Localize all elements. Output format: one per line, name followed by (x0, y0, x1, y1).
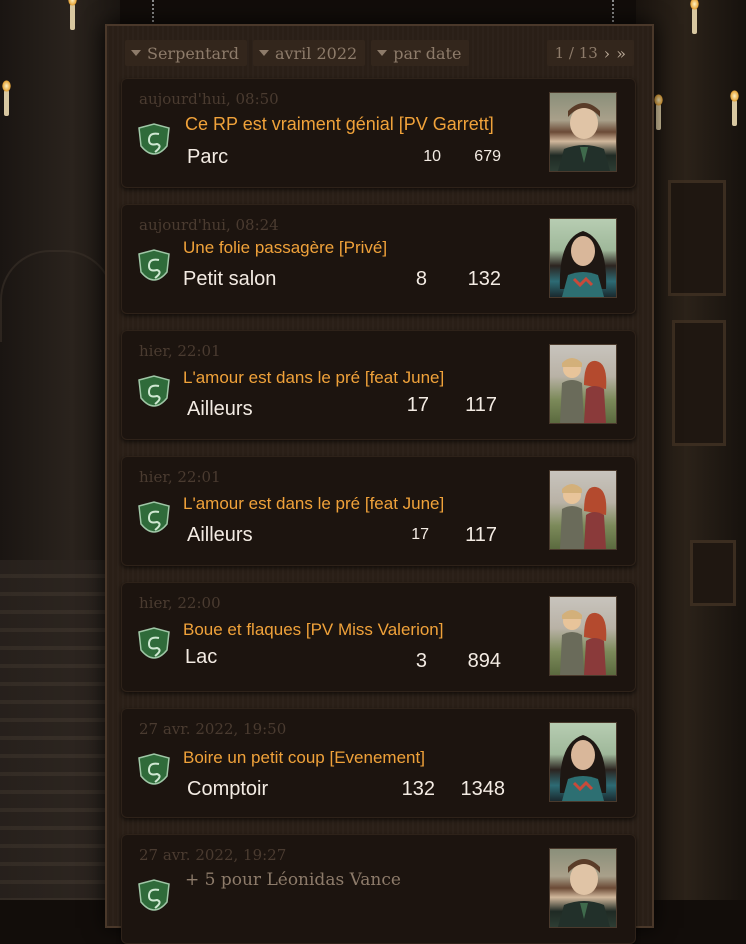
slytherin-emblem-icon (138, 879, 170, 911)
student-boy-avatar-icon (558, 859, 610, 927)
post-title-link[interactable]: Boire un petit coup [Evenement] (183, 748, 425, 768)
author-avatar[interactable] (549, 596, 617, 676)
candle-icon (654, 94, 663, 130)
pagination: 1 / 13 › » (546, 40, 634, 66)
couple-avatar-icon (560, 610, 607, 675)
caret-down-icon (377, 50, 388, 56)
couple-avatar-icon (560, 484, 607, 549)
post-card: aujourd'hui, 08:24 Une folie passagère [… (121, 204, 636, 314)
post-title-link[interactable]: Ce RP est vraiment génial [PV Garrett] (185, 114, 494, 135)
post-card: 27 avr. 2022, 19:50 Boire un petit coup … (121, 708, 636, 818)
post-date: hier, 22:00 (139, 594, 221, 612)
background-picture-frame (668, 180, 726, 296)
candle-icon (68, 0, 77, 30)
caret-down-icon (258, 50, 269, 56)
post-card: hier, 22:01 L'amour est dans le pré [fea… (121, 456, 636, 566)
post-date: aujourd'hui, 08:24 (139, 216, 279, 234)
sort-filter-dropdown[interactable]: par date (371, 40, 470, 66)
reply-count: 132 (401, 778, 435, 800)
last-page-icon[interactable]: » (616, 44, 626, 63)
caret-down-icon (131, 50, 141, 56)
author-avatar[interactable] (549, 344, 617, 424)
post-card: aujourd'hui, 08:50 Ce RP est vraiment gé… (121, 78, 636, 188)
author-avatar[interactable] (549, 92, 617, 172)
girl-dark-hair-avatar-icon (559, 231, 607, 297)
filter-bar: Serpentard avril 2022 par date (125, 40, 470, 66)
reply-count: 17 (411, 526, 429, 543)
post-date: 27 avr. 2022, 19:50 (139, 720, 287, 738)
view-count: 117 (465, 524, 497, 546)
post-date: 27 avr. 2022, 19:27 (139, 846, 287, 864)
post-title-link[interactable]: L'amour est dans le pré [feat June] (183, 494, 444, 514)
background-picture-frame (690, 540, 736, 606)
post-card: hier, 22:01 L'amour est dans le pré [fea… (121, 330, 636, 440)
slytherin-emblem-icon (138, 501, 170, 533)
author-avatar[interactable] (549, 470, 617, 550)
author-avatar[interactable] (549, 218, 617, 298)
forum-link[interactable]: Petit salon (183, 268, 276, 291)
slytherin-emblem-icon (138, 753, 170, 785)
page-indicator: 1 / 13 (554, 44, 598, 62)
post-title-link[interactable]: Une folie passagère [Privé] (183, 238, 387, 258)
reply-count: 3 (415, 650, 427, 672)
slytherin-emblem-icon (138, 627, 170, 659)
house-filter-label: Serpentard (147, 43, 239, 63)
post-title-link[interactable]: L'amour est dans le pré [feat June] (183, 368, 444, 388)
chain-icon (152, 0, 160, 22)
couple-avatar-icon (560, 358, 607, 423)
reply-count: 8 (415, 268, 427, 290)
background-picture-frame (672, 320, 726, 446)
post-card: 27 avr. 2022, 19:27 + 5 pour Léonidas Va… (121, 834, 636, 944)
sort-filter-label: par date (393, 43, 462, 63)
house-filter-dropdown[interactable]: Serpentard (125, 40, 247, 66)
post-card: hier, 22:00 Boue et flaques [PV Miss Val… (121, 582, 636, 692)
month-filter-dropdown[interactable]: avril 2022 (252, 40, 366, 66)
reply-count: 17 (406, 394, 429, 416)
slytherin-emblem-icon (138, 123, 170, 155)
background-arch (0, 250, 114, 342)
month-filter-label: avril 2022 (274, 43, 358, 63)
forum-link[interactable]: Comptoir (187, 778, 268, 801)
forum-link[interactable]: Ailleurs (187, 524, 253, 547)
view-count: 132 (467, 268, 501, 290)
candle-icon (730, 90, 739, 126)
view-count: 117 (465, 394, 497, 416)
recent-posts-panel: Serpentard avril 2022 par date 1 / 13 › … (105, 24, 654, 944)
house-points-note: + 5 pour Léonidas Vance (185, 870, 401, 890)
slytherin-emblem-icon (138, 375, 170, 407)
background-staircase (0, 560, 115, 900)
girl-dark-hair-avatar-icon (559, 735, 607, 801)
author-avatar[interactable] (549, 722, 617, 802)
slytherin-emblem-icon (138, 249, 170, 281)
candle-icon (690, 0, 699, 34)
next-page-icon[interactable]: › (604, 44, 610, 63)
author-avatar[interactable] (549, 848, 617, 928)
candle-icon (2, 80, 11, 116)
post-date: hier, 22:01 (139, 468, 221, 486)
view-count: 1348 (460, 778, 506, 800)
view-count: 894 (467, 650, 501, 672)
chain-icon (612, 0, 620, 22)
forum-link[interactable]: Lac (185, 646, 217, 669)
post-date: hier, 22:01 (139, 342, 221, 360)
post-title-link[interactable]: Boue et flaques [PV Miss Valerion] (183, 620, 444, 640)
view-count: 679 (474, 148, 501, 165)
post-date: aujourd'hui, 08:50 (139, 90, 279, 108)
forum-link[interactable]: Ailleurs (187, 398, 253, 421)
forum-link[interactable]: Parc (187, 146, 228, 169)
student-boy-avatar-icon (558, 103, 610, 171)
